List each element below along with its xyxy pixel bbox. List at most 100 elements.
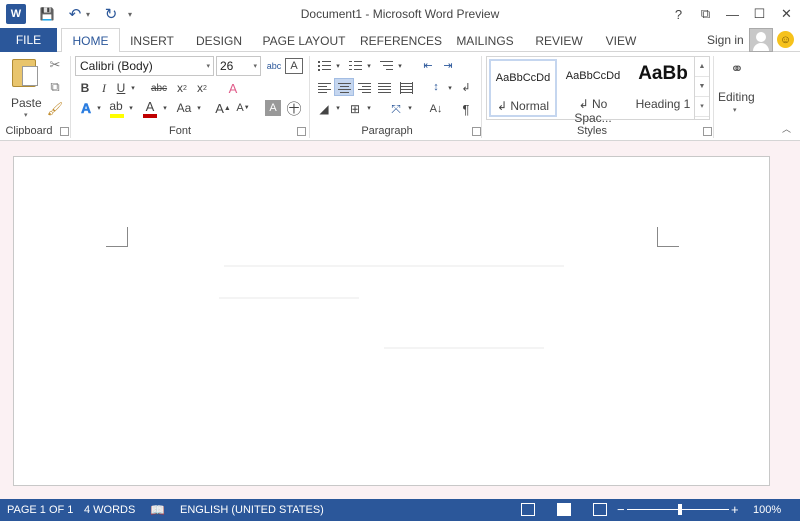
multilevel-list-button[interactable] xyxy=(376,56,396,74)
align-left-button[interactable] xyxy=(314,78,334,96)
print-layout-icon[interactable] xyxy=(557,503,571,516)
collapse-ribbon-icon[interactable]: ︿ xyxy=(782,122,791,135)
page-count[interactable]: PAGE 1 OF 1 xyxy=(7,504,73,516)
superscript-button[interactable]: x2 xyxy=(194,78,210,98)
shading-dropdown-icon[interactable]: ▾ xyxy=(334,98,342,118)
phonetic-guide-icon[interactable]: abc xyxy=(264,56,284,76)
paste-dropdown-icon[interactable]: ▾ xyxy=(24,111,28,119)
margin-corner-top-right xyxy=(657,227,679,247)
chevron-down-icon[interactable]: ▾ xyxy=(253,62,257,70)
font-launcher-icon[interactable] xyxy=(297,127,306,136)
zoom-slider-thumb[interactable] xyxy=(678,504,682,515)
tab-mailings[interactable]: MAILINGS xyxy=(452,28,518,53)
editing-button[interactable]: ⚭ Editing ▾ xyxy=(717,56,757,120)
increase-indent-button[interactable]: ⇥ xyxy=(438,56,458,74)
line-spacing-dropdown-icon[interactable]: ▾ xyxy=(446,78,454,98)
numbering-button[interactable] xyxy=(345,56,365,74)
change-case-dropdown-icon[interactable]: ▾ xyxy=(194,98,204,118)
cut-icon[interactable]: ✂ xyxy=(46,56,64,74)
copy-icon[interactable]: ⧉ xyxy=(46,78,64,96)
style-name: ↲ Normal xyxy=(496,99,550,113)
editing-dropdown-icon[interactable]: ▾ xyxy=(733,106,737,114)
highlight-dropdown-icon[interactable]: ▾ xyxy=(126,98,136,118)
read-mode-icon[interactable] xyxy=(521,503,535,516)
web-layout-icon[interactable] xyxy=(593,503,607,516)
borders-button[interactable]: ⊞ xyxy=(345,100,365,118)
clipboard-launcher-icon[interactable] xyxy=(60,127,69,136)
sign-in-link[interactable]: Sign in xyxy=(707,33,744,47)
shrink-font-button[interactable]: A ▼ xyxy=(234,98,252,118)
zoom-in-button[interactable]: + xyxy=(731,502,739,517)
gallery-more-icon[interactable]: ▾ xyxy=(695,97,709,117)
underline-dropdown-icon[interactable]: ▾ xyxy=(128,78,138,98)
tab-references[interactable]: REFERENCES xyxy=(360,28,442,53)
font-size-combo[interactable]: 26 ▾ xyxy=(216,56,261,76)
text-effects-button[interactable]: A xyxy=(78,98,94,118)
clear-formatting-button[interactable]: A xyxy=(224,78,242,98)
sort-button[interactable]: A↓ xyxy=(426,100,446,118)
tab-design[interactable]: DESIGN xyxy=(190,28,248,53)
asian-layout-dropdown-icon[interactable]: ▾ xyxy=(406,98,414,118)
text-effects-dropdown-icon[interactable]: ▾ xyxy=(94,98,104,118)
justify-button[interactable] xyxy=(374,78,394,96)
decrease-indent-button[interactable]: ⇤ xyxy=(418,56,438,74)
italic-button[interactable]: I xyxy=(96,78,112,98)
tab-file[interactable]: FILE xyxy=(0,28,57,52)
subscript-button[interactable]: x2 xyxy=(174,78,190,98)
ribbon-display-options-icon[interactable]: ⧉ xyxy=(692,0,719,28)
paragraph-launcher-icon[interactable] xyxy=(472,127,481,136)
strikethrough-button[interactable]: abc xyxy=(148,78,170,98)
line-spacing-button[interactable]: ↕ xyxy=(426,78,446,96)
shading-button[interactable]: ◢ xyxy=(314,100,334,118)
tab-view[interactable]: VIEW xyxy=(598,28,644,53)
zoom-out-button[interactable]: − xyxy=(617,502,625,517)
font-name-combo[interactable]: Calibri (Body) ▾ xyxy=(75,56,214,76)
help-icon[interactable]: ? xyxy=(665,0,692,28)
tab-review[interactable]: REVIEW xyxy=(530,28,588,53)
borders-dropdown-icon[interactable]: ▾ xyxy=(365,98,373,118)
style-no-spacing[interactable]: AaBbCcDd ↲ No Spac... xyxy=(559,59,627,125)
feedback-smiley-icon[interactable]: ☺ xyxy=(777,31,794,48)
vertical-scrollbar[interactable] xyxy=(785,141,800,499)
numbering-dropdown-icon[interactable]: ▾ xyxy=(365,56,373,76)
tab-home[interactable]: HOME xyxy=(61,28,120,53)
word-count[interactable]: 4 WORDS xyxy=(84,504,135,516)
language[interactable]: ENGLISH (UNITED STATES) xyxy=(180,504,324,516)
align-right-button[interactable] xyxy=(354,78,374,96)
grow-font-button[interactable]: A ▲ xyxy=(214,98,232,118)
enclose-characters-icon[interactable]: A xyxy=(285,58,303,74)
style-normal[interactable]: AaBbCcDd ↲ Normal xyxy=(489,59,557,117)
maximize-icon[interactable]: ☐ xyxy=(746,0,773,28)
tab-page-layout[interactable]: PAGE LAYOUT xyxy=(258,28,350,53)
font-color-button[interactable]: A xyxy=(142,96,158,116)
document-page[interactable] xyxy=(13,156,770,486)
avatar[interactable] xyxy=(749,28,773,52)
show-formatting-button[interactable]: ¶ xyxy=(456,100,476,118)
character-shading-button[interactable]: A xyxy=(265,100,281,116)
distributed-button[interactable] xyxy=(396,78,416,96)
minimize-icon[interactable]: — xyxy=(719,0,746,28)
change-case-button[interactable]: Aa xyxy=(174,98,194,118)
proofing-icon[interactable]: 📖 xyxy=(150,503,165,517)
tab-insert[interactable]: INSERT xyxy=(124,28,180,53)
zoom-level[interactable]: 100% xyxy=(753,504,781,516)
enclosed-character-icon[interactable]: ㊉ xyxy=(285,98,303,118)
style-heading-1[interactable]: AaBb Heading 1 xyxy=(629,59,697,117)
gallery-up-icon[interactable]: ▲ xyxy=(695,57,709,77)
font-color-dropdown-icon[interactable]: ▾ xyxy=(160,98,170,118)
align-center-button[interactable] xyxy=(334,78,354,96)
close-icon[interactable]: ✕ xyxy=(773,0,800,28)
asian-layout-button[interactable]: ⤧ xyxy=(386,100,406,118)
underline-button[interactable]: U xyxy=(114,78,128,98)
format-painter-icon[interactable]: 🖌 xyxy=(46,100,64,118)
chevron-down-icon[interactable]: ▾ xyxy=(206,62,210,70)
bold-button[interactable]: B xyxy=(76,78,94,98)
styles-launcher-icon[interactable] xyxy=(703,127,712,136)
multilevel-dropdown-icon[interactable]: ▾ xyxy=(396,56,404,76)
gallery-down-icon[interactable]: ▼ xyxy=(695,77,709,97)
bullets-button[interactable] xyxy=(314,56,334,74)
rtl-button[interactable]: ↲ xyxy=(456,78,476,96)
highlight-button[interactable]: ab xyxy=(108,96,124,116)
paste-button[interactable]: Paste ▾ xyxy=(6,56,46,120)
bullets-dropdown-icon[interactable]: ▾ xyxy=(334,56,342,76)
